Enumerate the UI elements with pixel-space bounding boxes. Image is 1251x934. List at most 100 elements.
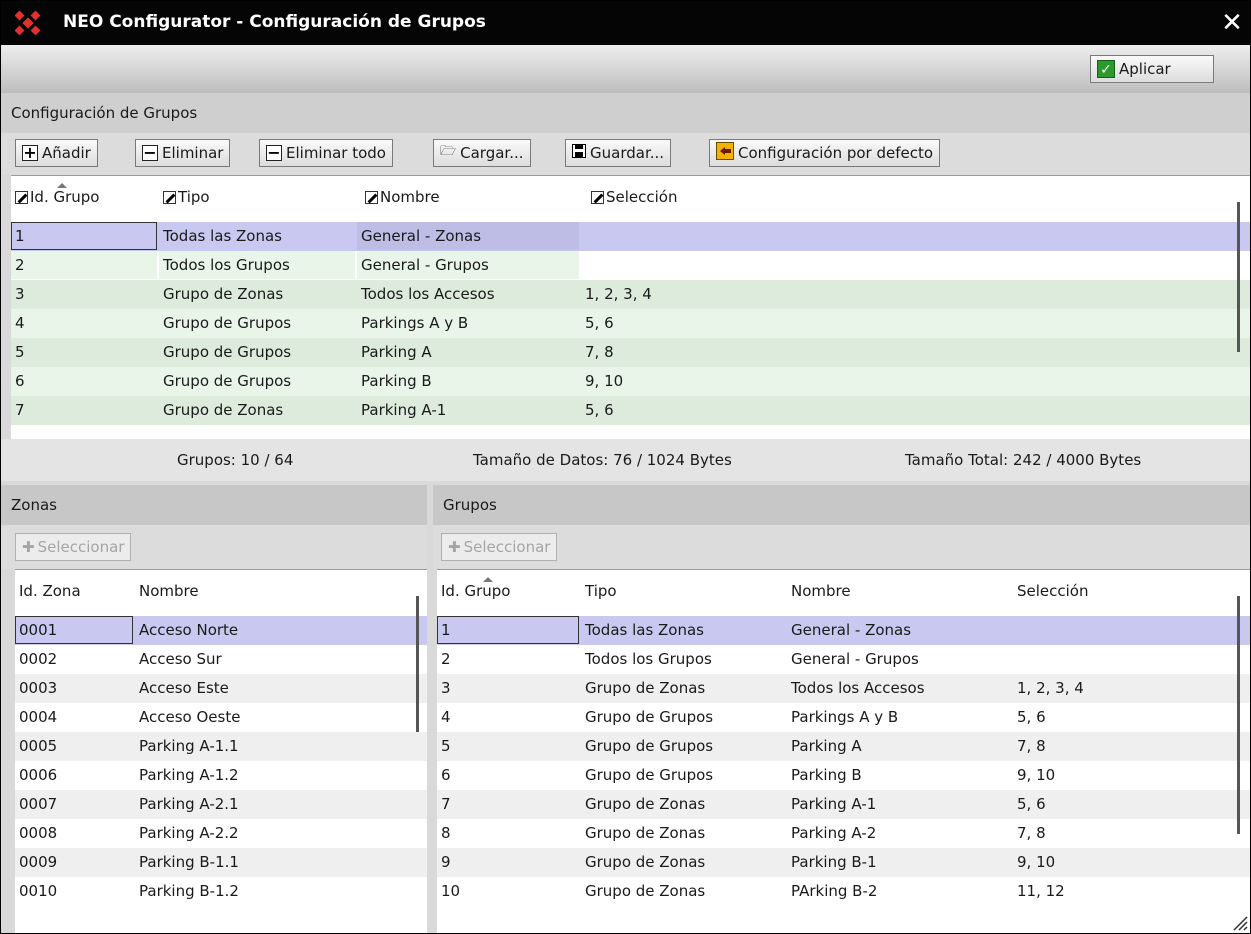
config-section-header: Configuración de Grupos bbox=[1, 93, 1250, 133]
table-cell: Parking B-1.1 bbox=[139, 853, 239, 871]
column-header-id-grupo[interactable]: Id. Grupo bbox=[15, 183, 99, 206]
action-toolbar: + Añadir − Eliminar − Eliminar todo 🗁 Ca… bbox=[1, 133, 1250, 175]
close-button[interactable]: ✕ bbox=[1218, 9, 1246, 37]
table-cell: Acceso Norte bbox=[139, 621, 239, 639]
table-row[interactable]: 1 Todas las Zonas General - Zonas bbox=[11, 222, 1250, 251]
table-cell: 5, 6 bbox=[1017, 708, 1046, 726]
default-config-button[interactable]: Configuración por defecto bbox=[709, 139, 941, 167]
data-size: Tamaño de Datos: 76 / 1024 Bytes bbox=[473, 451, 732, 469]
delete-all-button[interactable]: − Eliminar todo bbox=[259, 139, 393, 167]
load-button[interactable]: 🗁 Cargar... bbox=[433, 139, 531, 167]
table-cell: Parking A-1.1 bbox=[139, 737, 239, 755]
table-row[interactable]: 0010 Parking B-1.2 bbox=[15, 877, 427, 906]
apply-label: Aplicar bbox=[1119, 60, 1171, 78]
table-cell: Grupo de Grupos bbox=[163, 372, 292, 390]
column-header-nombre[interactable]: Nombre bbox=[139, 582, 199, 600]
column-header-id-zona[interactable]: Id. Zona bbox=[19, 582, 81, 600]
table-cell: 7, 8 bbox=[1017, 824, 1046, 842]
table-row[interactable]: 0005 Parking A-1.1 bbox=[15, 732, 427, 761]
save-label: Guardar... bbox=[590, 144, 665, 162]
column-header-seleccion[interactable]: Selección bbox=[591, 188, 678, 206]
table-row[interactable]: 6 Grupo de Grupos Parking B 9, 10 bbox=[437, 761, 1250, 790]
edit-pencil-icon bbox=[15, 190, 28, 204]
vertical-scrollbar[interactable] bbox=[1237, 202, 1240, 352]
table-row[interactable]: 0002 Acceso Sur bbox=[15, 645, 427, 674]
table-row[interactable]: 6 Grupo de Grupos Parking B 9, 10 bbox=[11, 367, 1250, 396]
groups-list-table[interactable]: Id. Grupo Tipo Nombre Selección 1 Todas l… bbox=[437, 569, 1250, 933]
table-row[interactable]: 5 Grupo de Grupos Parking A 7, 8 bbox=[437, 732, 1250, 761]
vertical-scrollbar[interactable] bbox=[416, 596, 419, 732]
table-cell: Grupo de Grupos bbox=[585, 708, 714, 726]
zones-table[interactable]: Id. Zona Nombre 0001 Acceso Norte 0002 Acce… bbox=[15, 569, 427, 933]
folder-open-icon: 🗁 bbox=[440, 144, 457, 159]
table-row[interactable]: 0008 Parking A-2.2 bbox=[15, 819, 427, 848]
delete-button[interactable]: − Eliminar bbox=[135, 139, 231, 167]
table-row[interactable]: 3 Grupo de Zonas Todos los Accesos 1, 2, 3,… bbox=[11, 280, 1250, 309]
table-row[interactable]: 0003 Acceso Este bbox=[15, 674, 427, 703]
table-cell: 9, 10 bbox=[1017, 766, 1056, 784]
groups-count: Grupos: 10 / 64 bbox=[177, 451, 294, 469]
table-row[interactable]: 2 Todos los Grupos General - Grupos bbox=[437, 645, 1250, 674]
resize-grip-icon[interactable] bbox=[1230, 913, 1248, 931]
groups-select-button[interactable]: ✚ Seleccionar bbox=[441, 533, 558, 561]
groups-panel-header: Grupos bbox=[433, 485, 1250, 525]
table-row[interactable]: 10 Grupo de Zonas PArking B-2 11, 12 bbox=[437, 877, 1250, 906]
table-row[interactable]: 0004 Acceso Oeste bbox=[15, 703, 427, 732]
table-row[interactable]: 4 Grupo de Grupos Parkings A y B 5, 6 bbox=[437, 703, 1250, 732]
column-header-id-grupo[interactable]: Id. Grupo bbox=[441, 577, 510, 600]
table-row[interactable]: 0009 Parking B-1.1 bbox=[15, 848, 427, 877]
table-cell: 0001 bbox=[15, 616, 133, 644]
table-row[interactable]: 0001 Acceso Norte bbox=[15, 616, 427, 645]
close-icon: ✕ bbox=[1221, 8, 1243, 38]
add-button[interactable]: + Añadir bbox=[15, 139, 98, 167]
window-title: NEO Configurator - Configuración de Grup… bbox=[63, 12, 486, 32]
plus-icon: ✚ bbox=[22, 538, 35, 556]
zones-select-button[interactable]: ✚ Seleccionar bbox=[15, 533, 132, 561]
table-header: Id. Grupo Tipo Nombre Selección bbox=[11, 176, 1250, 220]
table-cell: 9, 10 bbox=[585, 372, 624, 390]
table-row[interactable]: 0007 Parking A-2.1 bbox=[15, 790, 427, 819]
table-cell: Parking B-1 bbox=[791, 853, 877, 871]
table-row[interactable]: 1 Todas las Zonas General - Zonas bbox=[437, 616, 1250, 645]
table-row[interactable]: 7 Grupo de Zonas Parking A-1 5, 6 bbox=[437, 790, 1250, 819]
table-cell: 1 bbox=[437, 616, 579, 644]
table-cell: Parking B bbox=[791, 766, 862, 784]
table-row[interactable]: 8 Grupo de Zonas Parking A-2 7, 8 bbox=[437, 819, 1250, 848]
table-cell: 0009 bbox=[19, 853, 58, 871]
table-cell: Grupo de Zonas bbox=[585, 679, 706, 697]
groups-config-table[interactable]: Id. Grupo Tipo Nombre Selección 1 Todas l… bbox=[11, 175, 1250, 439]
table-row[interactable]: 9 Grupo de Zonas Parking B-1 9, 10 bbox=[437, 848, 1250, 877]
top-toolbar: ✓ Aplicar bbox=[1, 45, 1250, 93]
default-config-label: Configuración por defecto bbox=[738, 144, 934, 162]
groups-list-header: Id. Grupo Tipo Nombre Selección bbox=[437, 570, 1250, 614]
table-cell: Parking A-1.2 bbox=[139, 766, 239, 784]
table-cell: Todas las Zonas bbox=[585, 621, 704, 639]
table-row[interactable]: 2 Todos los Grupos General - Grupos bbox=[11, 251, 1250, 280]
table-cell bbox=[1013, 616, 1213, 644]
vertical-scrollbar[interactable] bbox=[1237, 596, 1240, 834]
table-cell: General - Grupos bbox=[791, 650, 919, 668]
apply-button[interactable]: ✓ Aplicar bbox=[1090, 55, 1214, 83]
table-cell: Grupo de Zonas bbox=[585, 824, 706, 842]
column-header-nombre[interactable]: Nombre bbox=[791, 582, 851, 600]
column-header-tipo[interactable]: Tipo bbox=[163, 188, 210, 206]
table-row[interactable]: 7 Grupo de Zonas Parking A-1 5, 6 bbox=[11, 396, 1250, 425]
table-cell: 7, 8 bbox=[585, 343, 614, 361]
column-header-nombre[interactable]: Nombre bbox=[365, 188, 440, 206]
table-cell: 4 bbox=[441, 708, 451, 726]
table-row[interactable]: 5 Grupo de Grupos Parking A 7, 8 bbox=[11, 338, 1250, 367]
checkmark-icon: ✓ bbox=[1097, 60, 1115, 78]
table-row[interactable]: 4 Grupo de Grupos Parkings A y B 5, 6 bbox=[11, 309, 1250, 338]
edit-pencil-icon bbox=[365, 190, 378, 204]
column-header-tipo[interactable]: Tipo bbox=[585, 582, 617, 600]
table-row[interactable]: 0006 Parking A-1.2 bbox=[15, 761, 427, 790]
table-cell: Grupo de Zonas bbox=[585, 882, 706, 900]
table-cell: 7 bbox=[441, 795, 451, 813]
zones-table-header: Id. Zona Nombre bbox=[15, 570, 427, 614]
table-cell bbox=[1013, 645, 1213, 673]
table-row[interactable]: 3 Grupo de Zonas Todos los Accesos 1, 2, 3,… bbox=[437, 674, 1250, 703]
column-header-seleccion[interactable]: Selección bbox=[1017, 582, 1089, 600]
save-button[interactable]: Guardar... bbox=[565, 139, 672, 167]
table-cell: Grupo de Grupos bbox=[585, 766, 714, 784]
config-section-title: Configuración de Grupos bbox=[11, 104, 198, 122]
